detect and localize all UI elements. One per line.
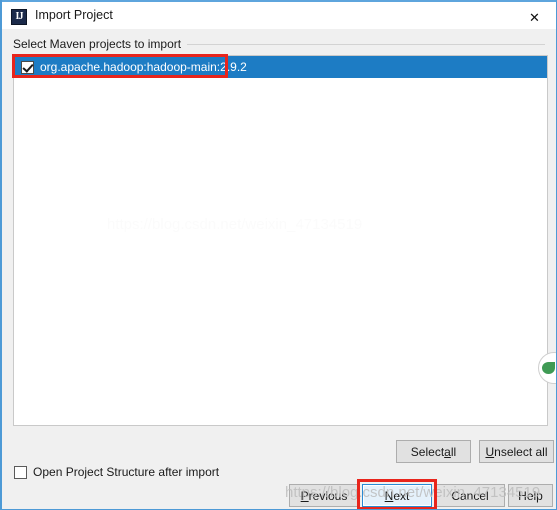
intellij-idea-icon: IJ xyxy=(11,9,27,25)
open-project-structure-label: Open Project Structure after import xyxy=(33,465,219,479)
maven-projects-list[interactable]: org.apache.hadoop:hadoop-main:2.9.2 xyxy=(13,55,548,426)
app-icon-text: IJ xyxy=(15,11,24,22)
project-checkbox[interactable] xyxy=(21,60,34,74)
list-item[interactable]: org.apache.hadoop:hadoop-main:2.9.2 xyxy=(14,56,547,78)
unselect-all-post: nselect all xyxy=(494,444,548,459)
cancel-label: Cancel xyxy=(451,488,489,503)
open-project-structure-row[interactable]: Open Project Structure after import xyxy=(14,463,219,481)
previous-mnemonic: P xyxy=(300,488,309,503)
window-title: Import Project xyxy=(35,8,113,22)
help-button[interactable]: Help xyxy=(508,484,553,507)
unselect-all-mnemonic: U xyxy=(485,444,495,459)
list-item-label: org.apache.hadoop:hadoop-main:2.9.2 xyxy=(40,60,247,74)
import-project-dialog: IJ Import Project ✕ Select Maven project… xyxy=(0,0,557,510)
close-icon[interactable]: ✕ xyxy=(513,4,556,31)
title-bar: IJ Import Project ✕ xyxy=(2,0,556,29)
open-structure-mnemonic: O xyxy=(33,465,43,479)
section-label: Select Maven projects to import xyxy=(13,37,188,51)
next-post: ext xyxy=(393,488,410,503)
select-all-mnemonic: a xyxy=(444,444,451,459)
help-label: Help xyxy=(518,488,543,503)
previous-button[interactable]: Previous xyxy=(289,484,359,507)
select-all-pre: Select xyxy=(410,444,445,459)
open-project-structure-checkbox[interactable] xyxy=(14,465,27,479)
select-all-post: ll xyxy=(450,444,457,459)
previous-post: revious xyxy=(308,488,348,503)
open-structure-post: pen Project Structure after import xyxy=(42,465,220,479)
next-mnemonic: N xyxy=(384,488,394,503)
next-button[interactable]: Next xyxy=(362,484,432,507)
select-all-button[interactable]: Select a ll xyxy=(396,440,471,463)
cancel-button[interactable]: Cancel xyxy=(435,484,505,507)
unselect-all-button[interactable]: Unselect all xyxy=(479,440,554,463)
